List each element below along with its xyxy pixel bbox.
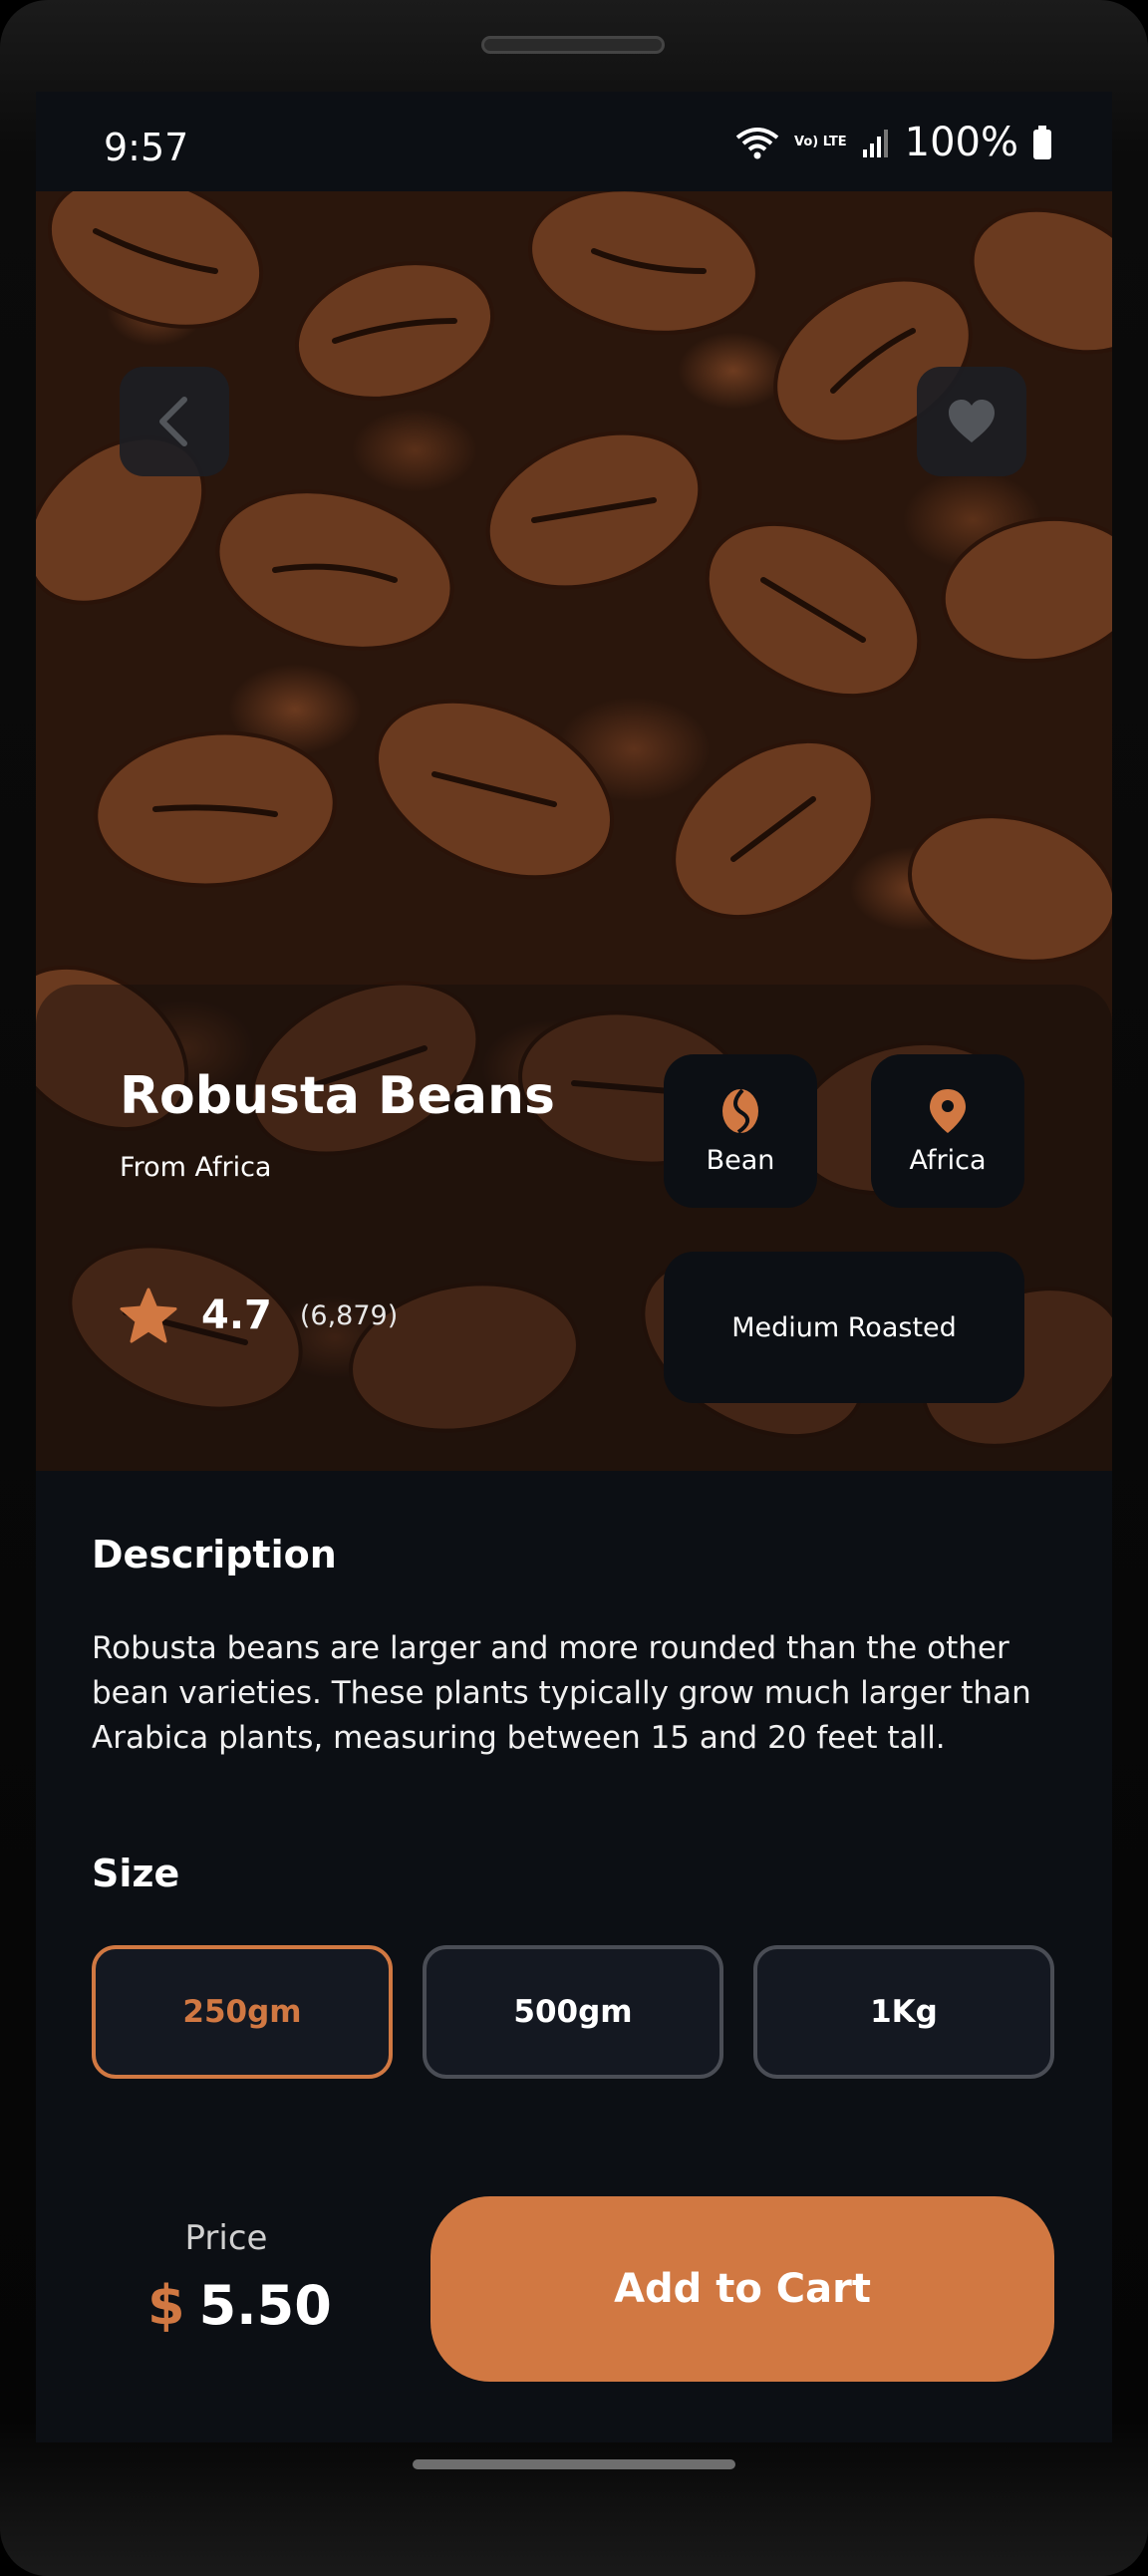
battery-level: 100% <box>904 120 1018 165</box>
region-label: Africa <box>909 1144 987 1176</box>
size-option-500gm[interactable]: 500gm <box>423 1945 723 2079</box>
star-icon <box>120 1288 177 1343</box>
favorite-button[interactable] <box>917 367 1026 476</box>
description-text[interactable]: Robusta beans are larger and more rounde… <box>92 1626 1068 1761</box>
price-amount: 5.50 <box>198 2274 332 2337</box>
wifi-icon <box>735 128 779 159</box>
roast-level-label: Medium Roasted <box>731 1311 957 1343</box>
product-origin: From Africa <box>120 1152 272 1183</box>
heart-icon <box>949 400 995 442</box>
location-pin-icon <box>930 1088 966 1133</box>
price-value: $5.50 <box>147 2274 332 2337</box>
chevron-left-icon <box>159 397 187 446</box>
signal-icon <box>862 130 888 157</box>
app-screen: 9:57 Vo) LTE 100% Robusta Beans From Afr… <box>36 92 1112 2442</box>
price-currency: $ <box>147 2274 185 2337</box>
coffee-bean-icon <box>722 1088 758 1134</box>
status-bar: 9:57 Vo) LTE 100% <box>36 92 1112 191</box>
lte-indicator: Vo) LTE <box>794 135 847 149</box>
earpiece-speaker <box>481 36 665 54</box>
size-option-1kg[interactable]: 1Kg <box>753 1945 1054 2079</box>
region-tile: Africa <box>871 1054 1024 1208</box>
bean-type-label: Bean <box>706 1144 775 1176</box>
description-heading: Description <box>92 1533 337 1576</box>
roast-level-tile: Medium Roasted <box>664 1252 1024 1403</box>
product-title: Robusta Beans <box>120 1066 555 1126</box>
phone-frame: 9:57 Vo) LTE 100% Robusta Beans From Afr… <box>0 0 1148 2576</box>
bean-type-tile: Bean <box>664 1054 817 1208</box>
battery-icon <box>1033 126 1051 159</box>
size-option-250gm[interactable]: 250gm <box>92 1945 393 2079</box>
rating-count: (6,879) <box>299 1299 399 1331</box>
status-icons: Vo) LTE 100% <box>734 120 1052 165</box>
home-indicator[interactable] <box>413 2459 735 2469</box>
add-to-cart-button[interactable]: Add to Cart <box>430 2196 1054 2382</box>
size-heading: Size <box>92 1852 180 1895</box>
rating-value: 4.7 <box>201 1292 272 1338</box>
status-time: 9:57 <box>104 126 189 169</box>
price-label: Price <box>184 2218 268 2258</box>
back-button[interactable] <box>120 367 229 476</box>
product-rating: 4.7 (6,879) <box>120 1288 398 1343</box>
